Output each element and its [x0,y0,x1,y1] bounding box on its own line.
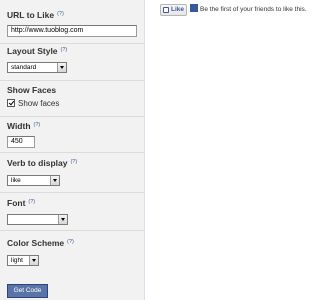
color-help-icon[interactable]: (?) [67,239,74,245]
layout-help-icon[interactable]: (?) [61,47,68,53]
verb-select[interactable]: like [7,175,60,186]
font-help-icon[interactable]: (?) [28,199,35,205]
settings-panel: URL to Like (?) http://www.tuoblog.com La… [0,0,145,300]
social-text: Be the first of your friends to like thi… [200,6,307,13]
layout-label: Layout Style (?) [7,46,68,56]
url-label: URL to Like (?) [7,10,64,20]
chevron-down-icon [29,256,38,265]
layout-section: Layout Style (?) standard [0,44,144,81]
width-input[interactable]: 450 [7,136,35,148]
layout-select[interactable]: standard [7,62,67,73]
verb-value: like [11,177,21,184]
verb-label: Verb to display (?) [7,158,78,168]
chevron-down-icon [58,215,67,224]
font-section: Font (?) [0,193,144,231]
faces-section: Show Faces Show faces [0,81,144,117]
width-label: Width (?) [7,121,41,131]
thumbs-up-icon [163,7,169,13]
facebook-icon [190,4,198,13]
faces-label: Show Faces [7,85,57,95]
chevron-down-icon [50,176,59,185]
layout-value: standard [11,64,37,71]
color-label: Color Scheme (?) [7,238,74,248]
show-faces-checkbox-label[interactable]: Show faces [18,99,59,108]
font-label: Font (?) [7,198,36,208]
like-button-label: Like [171,6,185,13]
get-code-button[interactable]: Get Code [7,284,48,298]
url-help-icon[interactable]: (?) [57,11,64,17]
width-section: Width (?) 450 [0,117,144,153]
url-input[interactable]: http://www.tuoblog.com [7,25,137,37]
verb-help-icon[interactable]: (?) [70,159,77,165]
social-context: Be the first of your friends to like thi… [190,4,307,16]
like-button[interactable]: Like [160,4,187,16]
chevron-down-icon [57,63,66,72]
color-section: Color Scheme (?) light [0,231,144,276]
show-faces-checkbox[interactable] [7,99,15,107]
font-select[interactable] [7,214,68,225]
color-value: light [11,257,23,264]
color-select[interactable]: light [7,255,39,266]
url-section: URL to Like (?) http://www.tuoblog.com [0,10,144,44]
verb-section: Verb to display (?) like [0,153,144,193]
width-help-icon[interactable]: (?) [34,122,41,128]
